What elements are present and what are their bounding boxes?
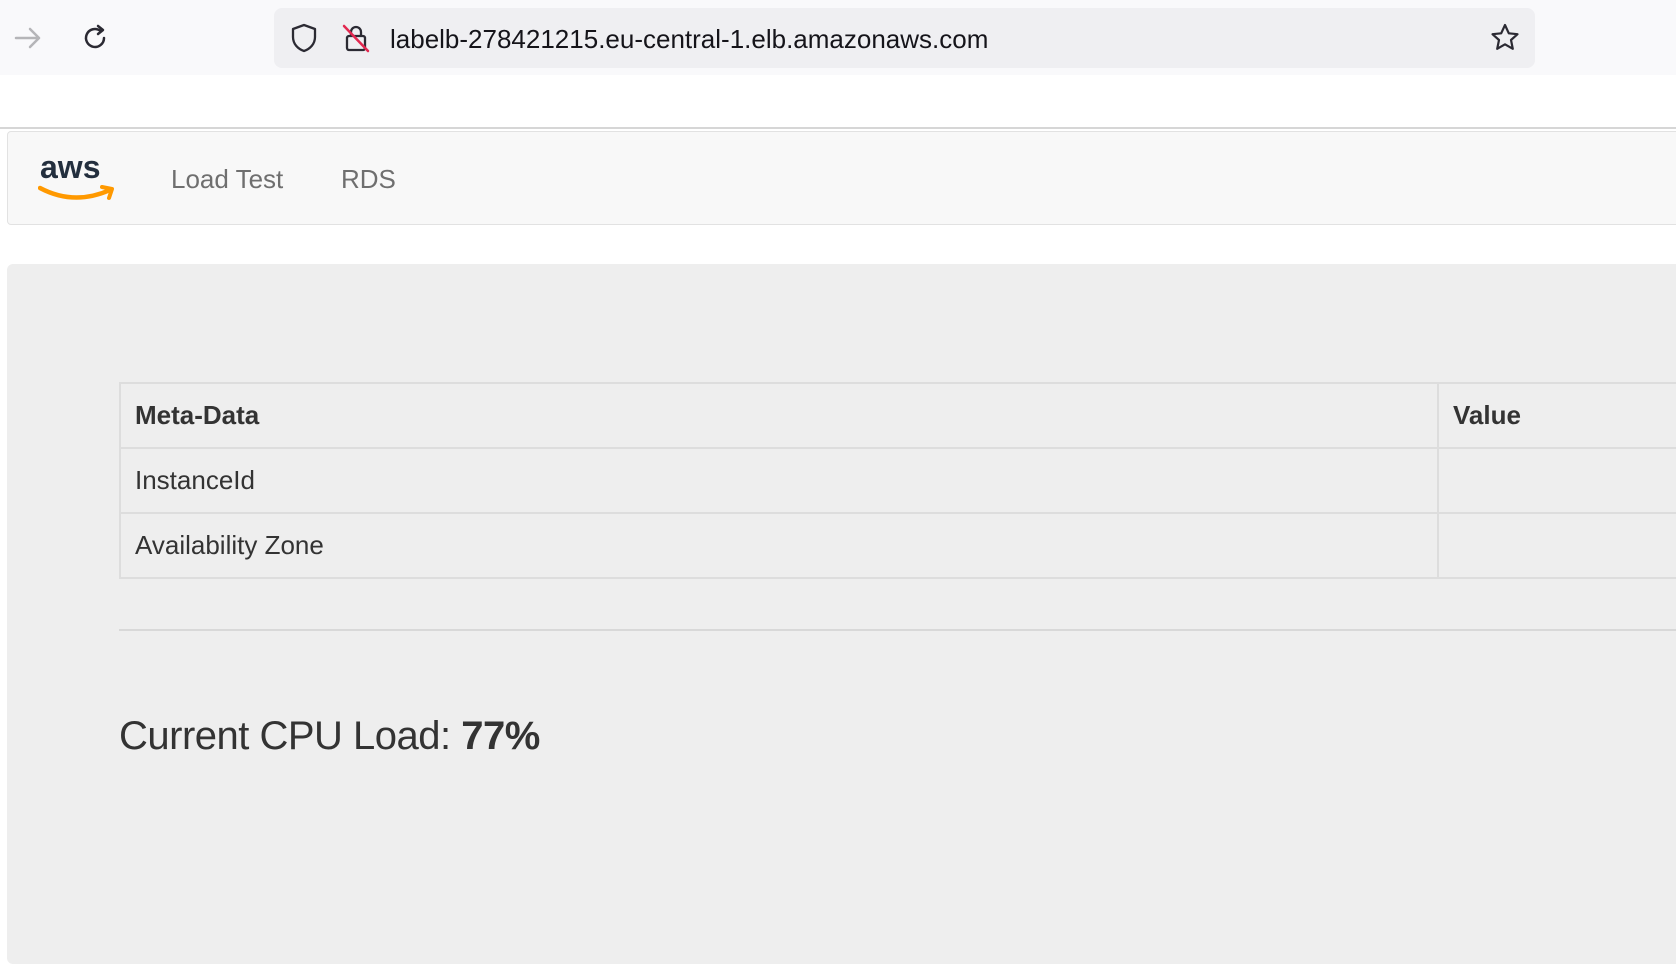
logo-text: aws xyxy=(40,152,100,185)
url-text[interactable]: labelb-278421215.eu-central-1.elb.amazon… xyxy=(390,24,988,55)
forward-arrow-icon xyxy=(14,27,41,49)
table-row: InstanceId xyxy=(119,447,1676,514)
nav-link-rds[interactable]: RDS xyxy=(341,164,396,195)
cpu-load-label: Current CPU Load: xyxy=(119,714,451,758)
bookmark-star-icon[interactable] xyxy=(1489,22,1521,54)
reload-button[interactable] xyxy=(75,18,115,58)
row-key-availability-zone: Availability Zone xyxy=(119,512,1439,579)
divider xyxy=(0,127,1676,129)
aws-logo-icon: aws xyxy=(37,149,114,200)
cpu-load-text: Current CPU Load: 77% xyxy=(119,714,540,759)
cpu-load-value: 77% xyxy=(461,714,540,758)
row-key-instance-id: InstanceId xyxy=(119,447,1439,514)
row-value-availability-zone xyxy=(1437,512,1676,579)
page-content: aws Load Test RDS Meta-Data Value Instan… xyxy=(0,75,1676,964)
main-panel: Meta-Data Value InstanceId Availability … xyxy=(7,264,1676,964)
row-value-instance-id xyxy=(1437,447,1676,514)
reload-icon xyxy=(84,24,106,49)
metadata-table: Meta-Data Value InstanceId Availability … xyxy=(119,382,1676,579)
nav-link-load-test[interactable]: Load Test xyxy=(171,164,283,195)
shield-icon[interactable] xyxy=(288,22,320,54)
header-meta-data: Meta-Data xyxy=(119,382,1439,449)
table-row: Availability Zone xyxy=(119,512,1676,579)
header-value: Value xyxy=(1437,382,1676,449)
table-header-row: Meta-Data Value xyxy=(119,382,1676,449)
navbar: aws Load Test RDS xyxy=(7,131,1676,225)
horizontal-rule xyxy=(119,629,1676,631)
forward-button[interactable] xyxy=(8,18,48,58)
browser-toolbar: labelb-278421215.eu-central-1.elb.amazon… xyxy=(0,0,1676,75)
insecure-lock-icon[interactable] xyxy=(340,22,372,54)
address-bar[interactable]: labelb-278421215.eu-central-1.elb.amazon… xyxy=(274,8,1535,68)
aws-logo[interactable]: aws xyxy=(37,149,118,208)
